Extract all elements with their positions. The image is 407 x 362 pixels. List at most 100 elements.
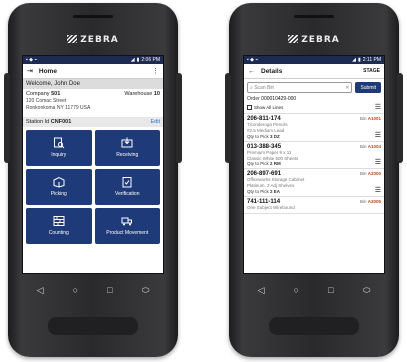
- welcome-banner: Welcome, John Doe: [23, 79, 163, 89]
- list-item[interactable]: 013-388-345 Bin A1004 Premium Paper 8 x …: [244, 142, 384, 170]
- edit-station-link[interactable]: Edit: [151, 119, 160, 125]
- app-bar: ⇥ Home ⋮: [23, 64, 163, 79]
- stage-button[interactable]: STAGE: [363, 68, 380, 74]
- address-line-1: 120 Comac Street: [26, 98, 67, 104]
- zebra-logo: ZEBRA: [229, 35, 399, 45]
- list-item[interactable]: 206-811-174 Bin A1001 Ticonderoga Pencil…: [244, 114, 384, 142]
- tile-label: Verification: [115, 191, 140, 197]
- home-nav-icon[interactable]: ○: [73, 285, 78, 295]
- list-item[interactable]: 206-897-691 Bin A2000 Officeworks Storag…: [244, 169, 384, 198]
- battery-icon: ▮: [136, 57, 140, 63]
- zebra-logo: ZEBRA: [8, 35, 178, 45]
- signal-icon: ◢: [130, 57, 135, 63]
- app-nav-icon[interactable]: ⬭: [363, 285, 371, 296]
- login-icon[interactable]: ⇥: [27, 67, 33, 75]
- product-movement-icon: [121, 217, 133, 226]
- notification-icons: ▪ ◆ ⌁: [26, 57, 38, 63]
- hamburger-icon[interactable]: ☰: [375, 131, 381, 139]
- device-details: ZEBRA ▪ ◆ ⌁ ◢ ▮ 2:11 PM ← Details STAGE ⌕ …: [225, 3, 403, 357]
- page-title: Home: [38, 67, 57, 75]
- order-label: Order: [247, 96, 260, 102]
- company-row: Company 501 Warehouse 10: [23, 89, 163, 98]
- address: 120 Comac Street Ronkonkoma NY 11779 USA: [23, 98, 163, 112]
- back-nav-icon[interactable]: ◁: [258, 285, 265, 296]
- hamburger-icon[interactable]: ☰: [375, 186, 381, 194]
- scan-bin-input[interactable]: ⌕ Scan Bin ✕: [247, 82, 353, 93]
- menu-tiles: Inquiry Receiving Picking Verification C…: [23, 127, 163, 247]
- scan-row: ⌕ Scan Bin ✕ Submit: [244, 79, 384, 96]
- clear-icon[interactable]: ✕: [345, 85, 349, 91]
- company-value: 501: [51, 91, 61, 97]
- tile-inquiry[interactable]: Inquiry: [26, 129, 92, 166]
- submit-button[interactable]: Submit: [355, 82, 381, 93]
- tile-picking[interactable]: Picking: [26, 168, 92, 205]
- scan-placeholder: Scan Bin: [254, 84, 275, 91]
- zebra-logo-icon: [67, 35, 78, 43]
- tile-product-movement[interactable]: Product Movement: [94, 207, 160, 244]
- tile-label: Receiving: [116, 152, 139, 158]
- show-all-checkbox[interactable]: Show All Lines: [247, 105, 283, 110]
- item-qty: Qty to Pick 2 EA: [247, 189, 281, 195]
- address-line-2: Ronkonkoma NY 11779 USA: [26, 104, 91, 111]
- station-label: Station Id: [26, 118, 50, 125]
- device-home: ZEBRA ▪ ◆ ⌁ ◢ ▮ 2:06 PM ⇥ Home ⋮ Welcome, …: [4, 3, 182, 357]
- recents-nav-icon[interactable]: □: [107, 285, 112, 295]
- tile-label: Counting: [48, 230, 69, 236]
- company-label: Company: [26, 91, 50, 97]
- show-all-label: Show All Lines: [254, 105, 284, 110]
- tile-label: Picking: [50, 191, 67, 197]
- checkbox-icon: [247, 105, 252, 110]
- order-value: 000010429-000: [261, 96, 297, 102]
- app-nav-icon[interactable]: ⬭: [142, 285, 150, 296]
- more-vert-icon[interactable]: ⋮: [152, 67, 159, 75]
- speaker-grille: [73, 15, 113, 18]
- recents-nav-icon[interactable]: □: [328, 285, 333, 295]
- page-title: Details: [261, 67, 283, 75]
- item-qty: Qty to Pick 3 DZ: [247, 133, 280, 139]
- warehouse-label: Warehouse: [124, 91, 153, 97]
- status-bar: ▪ ◆ ⌁ ◢ ▮ 2:11 PM: [244, 56, 384, 64]
- home-nav-icon[interactable]: ○: [294, 285, 299, 295]
- status-bar: ▪ ◆ ⌁ ◢ ▮ 2:06 PM: [23, 56, 163, 64]
- hamburger-icon[interactable]: ☰: [375, 104, 381, 111]
- device-grip: [48, 317, 138, 335]
- speaker-grille: [294, 15, 334, 18]
- verification-icon: [122, 177, 132, 188]
- notification-icons: ▪ ◆ ⌁: [247, 57, 259, 63]
- app-bar: ← Details STAGE: [244, 64, 384, 79]
- item-bin: Bin A1001: [359, 116, 381, 121]
- warehouse-value: 10: [153, 91, 160, 97]
- item-bin: Bin A3005: [359, 199, 381, 205]
- receiving-icon: [121, 137, 133, 148]
- hamburger-icon[interactable]: ☰: [375, 158, 381, 166]
- search-icon: ⌕: [250, 84, 253, 91]
- list-item[interactable]: 741-111-114 Bin A3005 One Subject Wirebo…: [244, 197, 384, 214]
- counting-icon: [53, 216, 65, 226]
- signal-icon: ◢: [352, 57, 356, 63]
- battery-icon: ▮: [357, 57, 361, 63]
- stage: ZEBRA ▪ ◆ ⌁ ◢ ▮ 2:06 PM ⇥ Home ⋮ Welcome, …: [0, 0, 407, 362]
- inquiry-icon: [53, 137, 65, 149]
- line-items-list: 206-811-174 Bin A1001 Ticonderoga Pencil…: [244, 114, 384, 214]
- item-bin: Bin A1004: [359, 143, 381, 149]
- item-bin: Bin A2000: [359, 171, 381, 177]
- item-qty: Qty to Pick 2 RM: [247, 161, 281, 167]
- show-all-row: Show All Lines ☰: [244, 102, 384, 114]
- station-value: CNF001: [50, 118, 72, 125]
- device-grip: [269, 317, 359, 335]
- picking-icon: [53, 176, 65, 188]
- android-nav-bar: ◁ ○ □ ⬭: [243, 280, 385, 300]
- tile-counting[interactable]: Counting: [26, 207, 92, 244]
- item-desc-1: One Subject Wirebound: [247, 205, 295, 211]
- back-nav-icon[interactable]: ◁: [37, 285, 44, 296]
- tile-receiving[interactable]: Receiving: [94, 129, 160, 166]
- tile-label: Inquiry: [51, 152, 67, 158]
- status-time: 2:06 PM: [141, 57, 160, 63]
- zebra-logo-icon: [288, 35, 299, 43]
- status-time: 2:11 PM: [362, 57, 381, 63]
- details-screen: ▪ ◆ ⌁ ◢ ▮ 2:11 PM ← Details STAGE ⌕ Scan B…: [243, 55, 385, 274]
- home-screen: ▪ ◆ ⌁ ◢ ▮ 2:06 PM ⇥ Home ⋮ Welcome, John D…: [22, 55, 164, 274]
- arrow-left-icon[interactable]: ←: [248, 68, 255, 75]
- tile-verification[interactable]: Verification: [94, 168, 160, 205]
- station-row: Station Id CNF001 Edit: [23, 116, 163, 127]
